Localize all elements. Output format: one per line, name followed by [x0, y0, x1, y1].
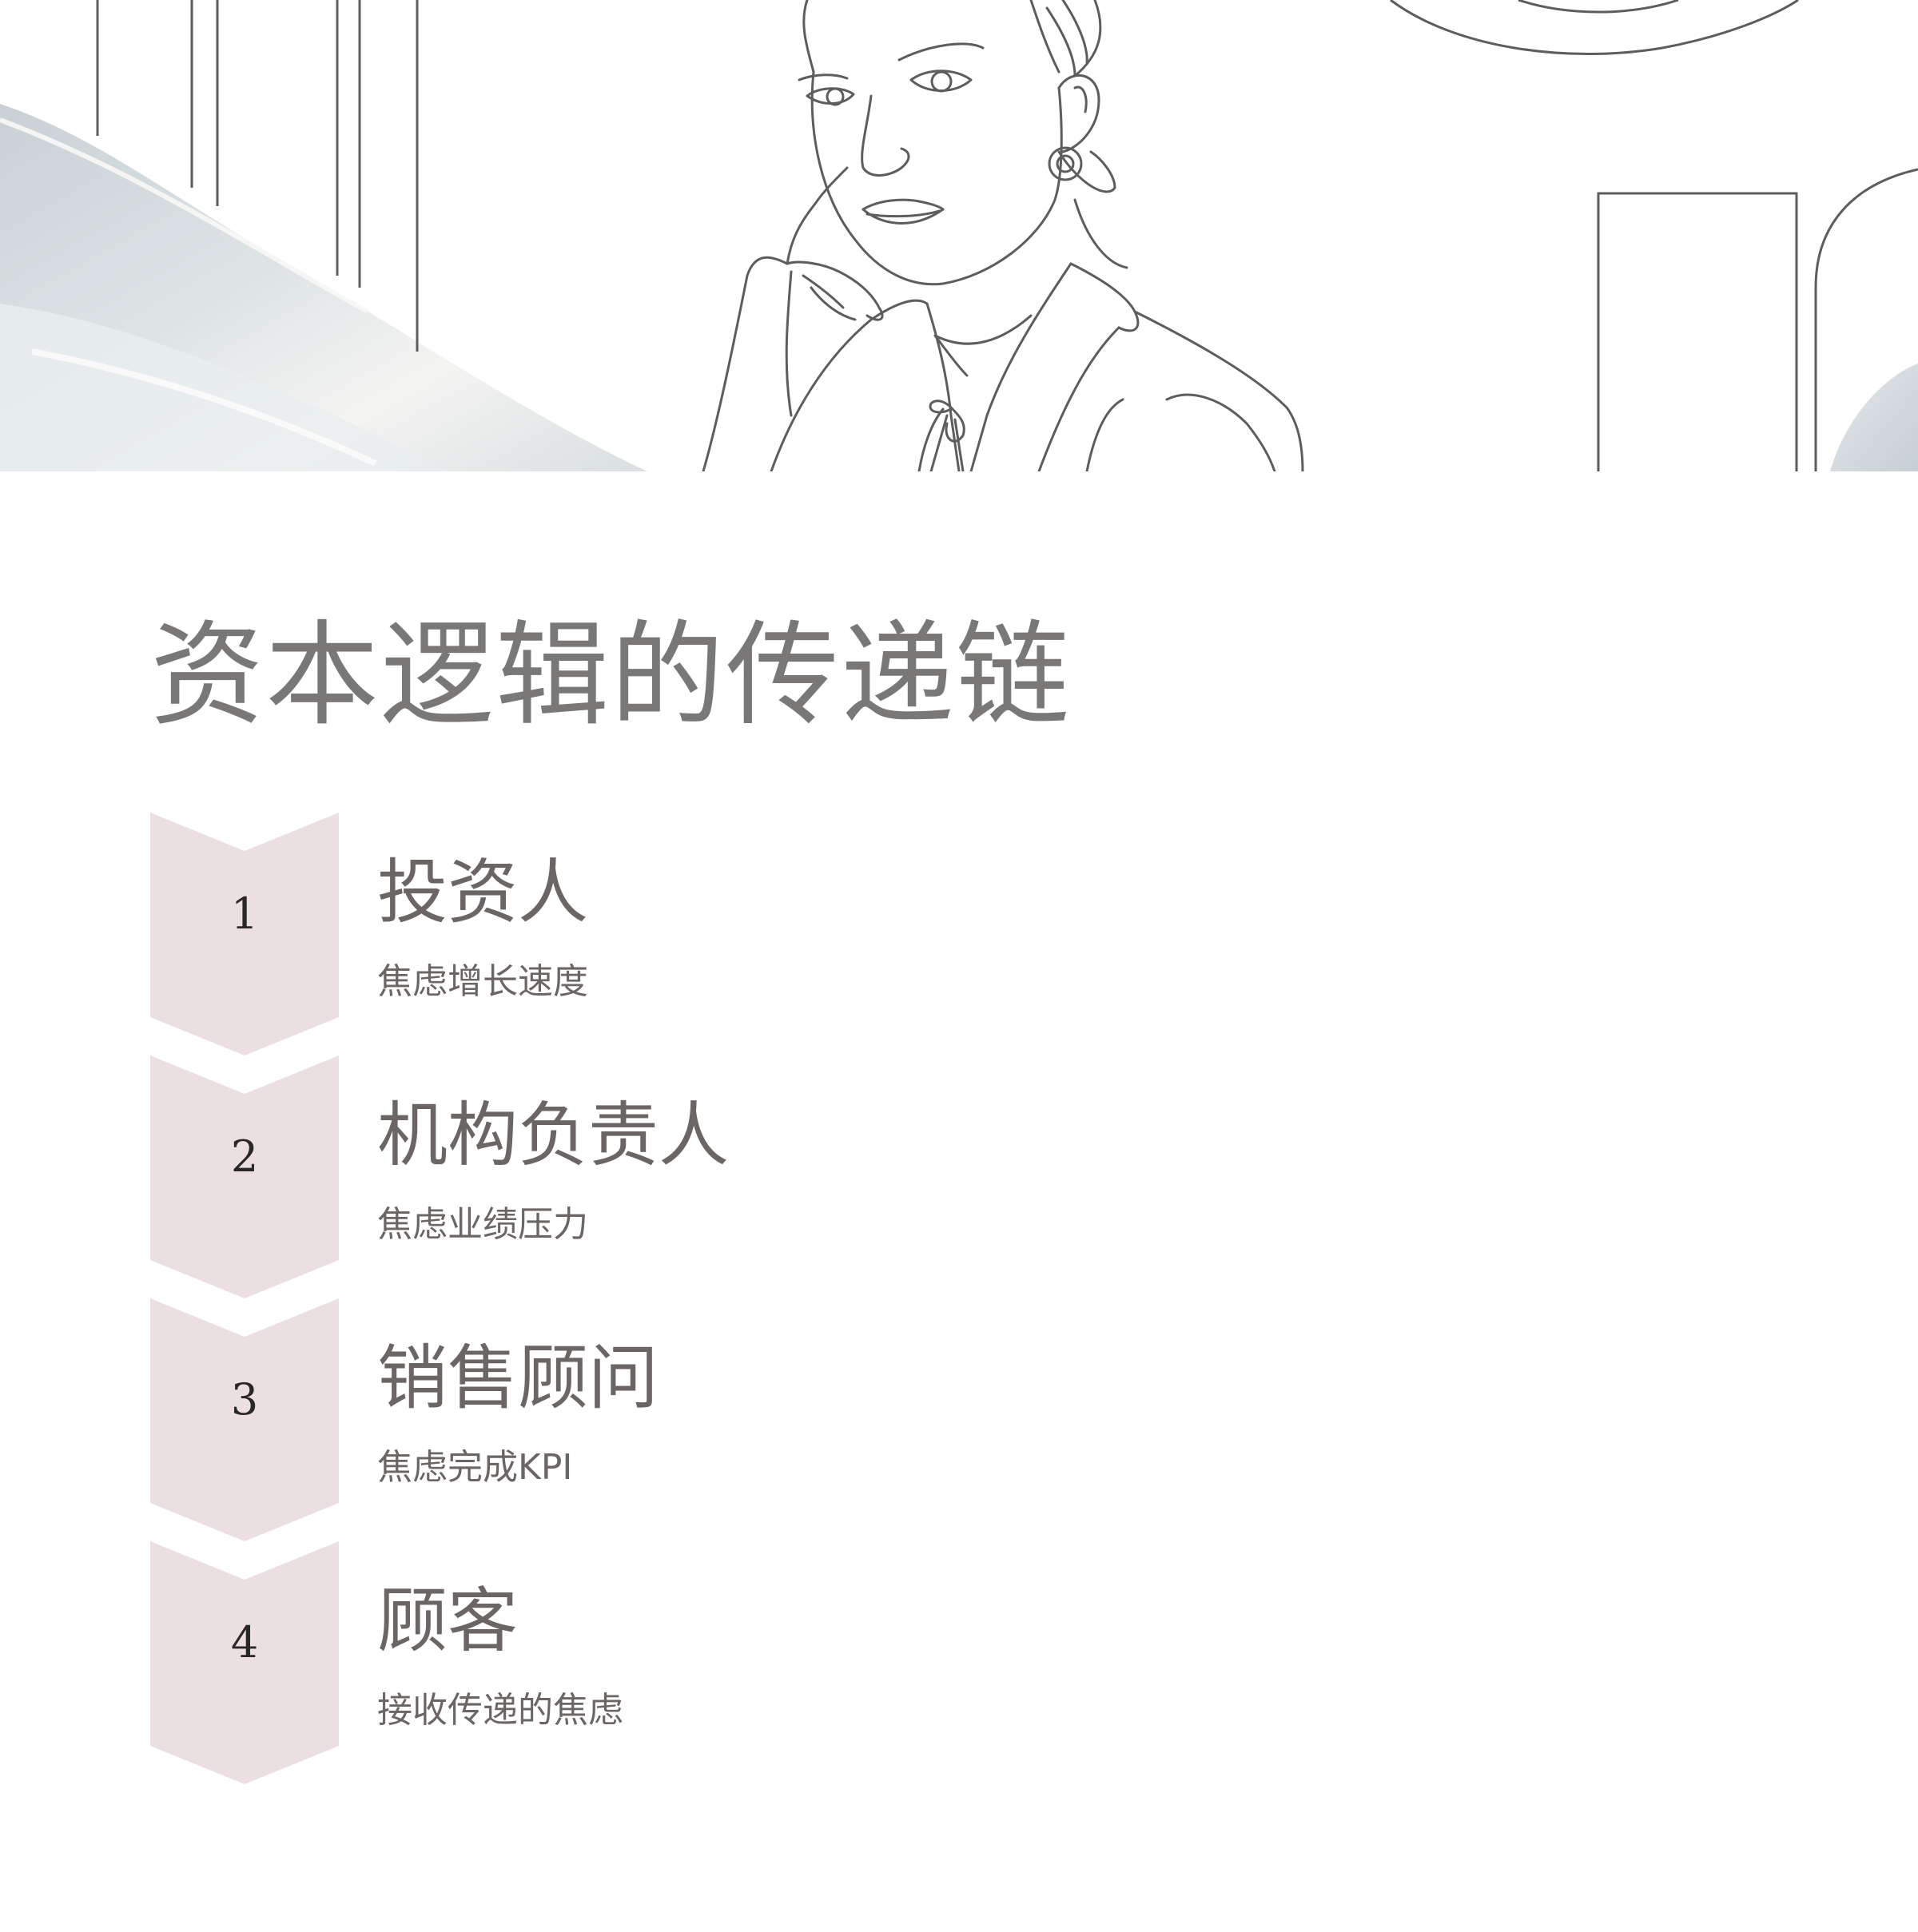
step-title: 机构负责人: [377, 1094, 730, 1176]
step-number: 3: [230, 1374, 259, 1425]
step-item: 4 顾客 接收传递的焦虑: [150, 1541, 1589, 1784]
step-description: 焦虑业绩压力: [377, 1204, 588, 1245]
step-item: 3 销售顾问 焦虑完成KPI: [150, 1298, 1589, 1541]
step-description: 焦虑完成KPI: [377, 1447, 573, 1488]
step-number: 2: [230, 1131, 259, 1182]
hero-illustration: [0, 0, 1918, 471]
step-title: 顾客: [377, 1580, 519, 1662]
step-title: 销售顾问: [377, 1337, 659, 1419]
step-description: 焦虑增长速度: [377, 961, 588, 1002]
step-item: 1 投资人 焦虑增长速度: [150, 813, 1589, 1055]
line-art-woman-image: [0, 0, 1918, 471]
step-title: 投资人: [377, 851, 589, 933]
step-number: 4: [230, 1617, 259, 1668]
step-item: 2 机构负责人 焦虑业绩压力: [150, 1055, 1589, 1298]
slide: 资本逻辑的传递链 1 投资人 焦虑增长速度 2 机构负责人 焦虑业绩压力 3 销…: [0, 0, 1918, 1932]
step-number: 1: [230, 888, 259, 939]
page-title: 资本逻辑的传递链: [150, 610, 1071, 741]
step-description: 接收传递的焦虑: [377, 1690, 623, 1731]
